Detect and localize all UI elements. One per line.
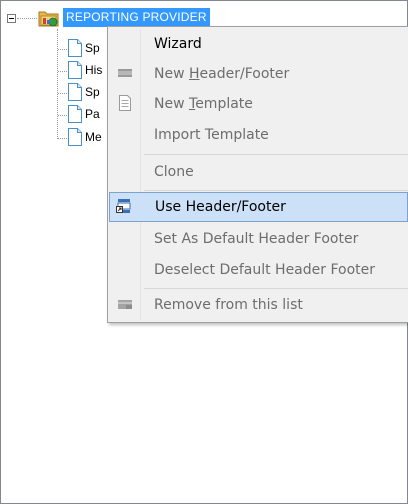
- tree-connector: [17, 18, 37, 19]
- menu-separator: [144, 288, 408, 289]
- document-icon: [68, 39, 82, 57]
- context-menu: Wizard New Header/Footer New Template Im…: [107, 26, 408, 323]
- menu-item-new-header-footer[interactable]: New Header/Footer: [110, 59, 408, 89]
- menu-item-label: Set As Default Header Footer: [154, 231, 359, 247]
- tree-connector: [58, 115, 67, 116]
- document-icon: [68, 83, 82, 101]
- menu-item-deselect-default-header-footer[interactable]: Deselect Default Header Footer: [110, 255, 408, 285]
- tree-connector: [58, 49, 67, 50]
- tree-item-label: His: [85, 63, 103, 77]
- tree-item-label: Sp: [85, 41, 100, 55]
- tree-connector: [58, 138, 67, 139]
- menu-item-new-template[interactable]: New Template: [110, 89, 408, 119]
- tree-connector: [57, 29, 58, 139]
- menu-separator: [144, 190, 408, 191]
- reporting-provider-icon: [38, 11, 59, 27]
- template-icon: [119, 95, 131, 111]
- menu-item-import-template[interactable]: Import Template: [110, 120, 408, 150]
- tree-connector: [58, 93, 67, 94]
- tree-item-label: Me: [85, 130, 102, 144]
- menu-item-clone[interactable]: Clone: [110, 157, 408, 187]
- menu-item-label: Import Template: [154, 127, 269, 143]
- tree-item-label: Sp: [85, 85, 100, 99]
- menu-item-label: Remove from this list: [154, 297, 303, 313]
- tree-connector: [58, 71, 67, 72]
- menu-item-label: Clone: [154, 164, 194, 180]
- tree-root-reporting-provider[interactable]: REPORTING PROVIDER: [63, 8, 210, 27]
- menu-item-label: Use Header/Footer: [155, 199, 286, 215]
- menu-item-use-header-footer[interactable]: Use Header/Footer: [109, 192, 408, 222]
- menu-item-remove-from-list[interactable]: Remove from this list: [110, 290, 408, 320]
- tree-collapse-toggle[interactable]: [7, 14, 16, 23]
- use-header-footer-icon: [116, 199, 131, 213]
- menu-item-label: Deselect Default Header Footer: [154, 262, 376, 278]
- menu-item-set-default-header-footer[interactable]: Set As Default Header Footer: [110, 224, 408, 254]
- document-icon: [68, 105, 82, 123]
- menu-item-wizard[interactable]: Wizard: [110, 29, 408, 59]
- document-icon: [68, 61, 82, 79]
- header-footer-icon: [118, 69, 132, 77]
- menu-item-label: Wizard: [154, 36, 202, 52]
- menu-item-label: New Header/Footer: [154, 66, 290, 82]
- document-icon: [68, 128, 82, 146]
- menu-item-label: New Template: [154, 96, 253, 112]
- menu-separator: [144, 154, 408, 155]
- tree-item-label: Pa: [85, 107, 100, 121]
- remove-list-icon: [118, 300, 132, 309]
